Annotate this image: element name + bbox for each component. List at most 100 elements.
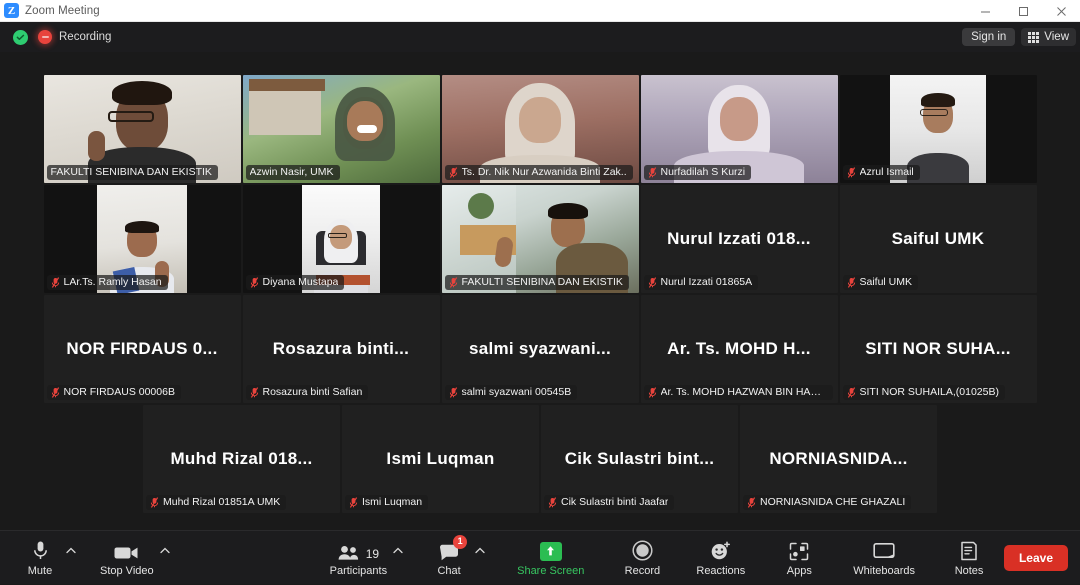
participants-options-chevron-icon[interactable] [391,531,405,585]
participant-tile[interactable]: Diyana Mustapa [243,185,440,293]
participant-name: Diyana Mustapa [263,276,339,288]
participant-name-strip: NOR FIRDAUS 00006B [47,385,181,400]
muted-microphone-icon [449,387,458,398]
participants-chat-group: 19 Participants 1 Chat [324,531,489,585]
record-circle-icon [632,539,653,561]
participant-name: Muhd Rizal 01851A UMK [163,496,280,508]
participant-tile[interactable]: Muhd Rizal 018... Muhd Rizal 01851A UMK [143,405,340,513]
participant-name-strip: Muhd Rizal 01851A UMK [146,495,286,510]
apps-label: Apps [787,565,812,577]
window-controls [966,0,1080,22]
participant-name-strip: Saiful UMK [843,275,919,290]
participant-name-strip: NORNIASNIDA CHE GHAZALI [743,495,911,510]
meeting-actions-group: Share Screen Record Reactions Apps White [511,531,995,585]
mute-button[interactable]: Mute [14,531,66,585]
muted-microphone-icon [648,277,657,288]
record-button[interactable]: Record [616,531,668,585]
participant-tile[interactable]: FAKULTI SENIBINA DAN EKISTIK [44,75,241,183]
grid-icon [1028,32,1039,43]
muted-microphone-icon [847,387,856,398]
participant-name-strip: Diyana Mustapa [246,275,345,290]
camera-icon [114,539,139,561]
reactions-button[interactable]: Reactions [690,531,751,585]
whiteboards-label: Whiteboards [853,565,915,577]
minimize-icon[interactable] [966,0,1004,22]
participant-tile[interactable]: Azwin Nasir, UMK [243,75,440,183]
participant-tile[interactable]: Rosazura binti... Rosazura binti Safian [243,295,440,403]
participant-tile[interactable]: SITI NOR SUHA... SITI NOR SUHAILA,(01025… [840,295,1037,403]
share-screen-label: Share Screen [517,565,584,577]
participant-name-strip: Ar. Ts. MOHD HAZWAN BIN HAMI... [644,385,833,400]
participant-name: FAKULTI SENIBINA DAN EKISTIK [462,276,623,288]
participant-tile[interactable]: salmi syazwani... salmi syazwani 00545B [442,295,639,403]
apps-button[interactable]: Apps [773,531,825,585]
participant-name: Nurfadilah S Kurzi [661,166,746,178]
whiteboards-button[interactable]: Whiteboards [847,531,921,585]
participant-tile[interactable]: Ismi Luqman Ismi Luqman [342,405,539,513]
chat-bubble-icon: 1 [439,539,459,561]
gallery-row: Muhd Rizal 018... Muhd Rizal 01851A UMK … [0,405,1080,513]
participant-name: NOR FIRDAUS 00006B [64,386,175,398]
participant-tile[interactable]: Saiful UMK Saiful UMK [840,185,1037,293]
participant-name: LAr.Ts. Ramly Hasan [64,276,162,288]
participant-name: Ts. Dr. Nik Nur Azwanida Binti Zak.. [462,166,627,178]
audio-options-chevron-icon[interactable] [64,531,78,585]
share-screen-button[interactable]: Share Screen [511,531,590,585]
video-options-chevron-icon[interactable] [158,531,172,585]
participant-name: Rosazura binti Safian [263,386,363,398]
sign-in-button[interactable]: Sign in [962,28,1015,46]
participants-button[interactable]: 19 Participants [324,531,393,585]
share-screen-icon [540,539,562,561]
participant-name: SITI NOR SUHAILA,(01025B) [860,386,999,398]
participant-tile[interactable]: NOR FIRDAUS 0... NOR FIRDAUS 00006B [44,295,241,403]
participant-name: Ismi Luqman [362,496,422,508]
participant-tile[interactable]: FAKULTI SENIBINA DAN EKISTIK [442,185,639,293]
window-title: Zoom Meeting [25,5,100,17]
chat-button[interactable]: 1 Chat [423,531,475,585]
participant-name-strip: Cik Sulastri binti Jaafar [544,495,674,510]
maximize-icon[interactable] [1004,0,1042,22]
participant-name-strip: Ismi Luqman [345,495,428,510]
meeting-control-bar: Mute Stop Video 19 Participants [0,530,1080,584]
notes-button[interactable]: Notes [943,531,995,585]
participant-tile[interactable]: Cik Sulastri bint... Cik Sulastri binti … [541,405,738,513]
people-icon: 19 [338,539,379,561]
microphone-icon [32,539,49,561]
view-button[interactable]: View [1021,28,1076,46]
participant-name: Azrul Ismail [860,166,914,178]
muted-microphone-icon [847,167,856,178]
participant-name-strip: Rosazura binti Safian [246,385,369,400]
participant-tile[interactable]: Azrul Ismail [840,75,1037,183]
chat-options-chevron-icon[interactable] [473,531,487,585]
gallery-row: NOR FIRDAUS 0... NOR FIRDAUS 00006B Rosa… [0,295,1080,403]
muted-microphone-icon [150,497,159,508]
top-bar-right-group: Sign in View [962,22,1076,52]
meeting-top-bar: Recording Sign in View [0,22,1080,52]
recording-indicator[interactable]: Recording [38,30,111,44]
participant-tile[interactable]: Ts. Dr. Nik Nur Azwanida Binti Zak.. [442,75,639,183]
close-icon[interactable] [1042,0,1080,22]
leave-button[interactable]: Leave [1004,545,1068,571]
muted-microphone-icon [449,167,458,178]
participant-name-strip: LAr.Ts. Ramly Hasan [47,275,168,290]
audio-video-group: Mute Stop Video [14,531,174,585]
muted-microphone-icon [449,277,458,288]
participants-label: Participants [330,565,387,577]
participant-name: Ar. Ts. MOHD HAZWAN BIN HAMI... [661,386,827,398]
participant-tile[interactable]: Ar. Ts. MOHD H... Ar. Ts. MOHD HAZWAN BI… [641,295,838,403]
participant-name-strip: Nurul Izzati 01865A [644,275,759,290]
muted-microphone-icon [250,387,259,398]
participant-tile[interactable]: NORNIASNIDA... NORNIASNIDA CHE GHAZALI [740,405,937,513]
participant-tile[interactable]: Nurul Izzati 018... Nurul Izzati 01865A [641,185,838,293]
stop-video-button[interactable]: Stop Video [94,531,160,585]
participant-name-strip: Azwin Nasir, UMK [246,165,340,180]
participant-name: Nurul Izzati 01865A [661,276,753,288]
participant-name-strip: SITI NOR SUHAILA,(01025B) [843,385,1005,400]
participant-tile[interactable]: Nurfadilah S Kurzi [641,75,838,183]
participant-tile[interactable]: LAr.Ts. Ramly Hasan [44,185,241,293]
participant-name-strip: Nurfadilah S Kurzi [644,165,752,180]
record-label: Record [625,565,660,577]
whiteboard-icon [873,539,895,561]
shield-check-icon[interactable] [13,30,28,45]
participant-name: FAKULTI SENIBINA DAN EKISTIK [51,166,212,178]
